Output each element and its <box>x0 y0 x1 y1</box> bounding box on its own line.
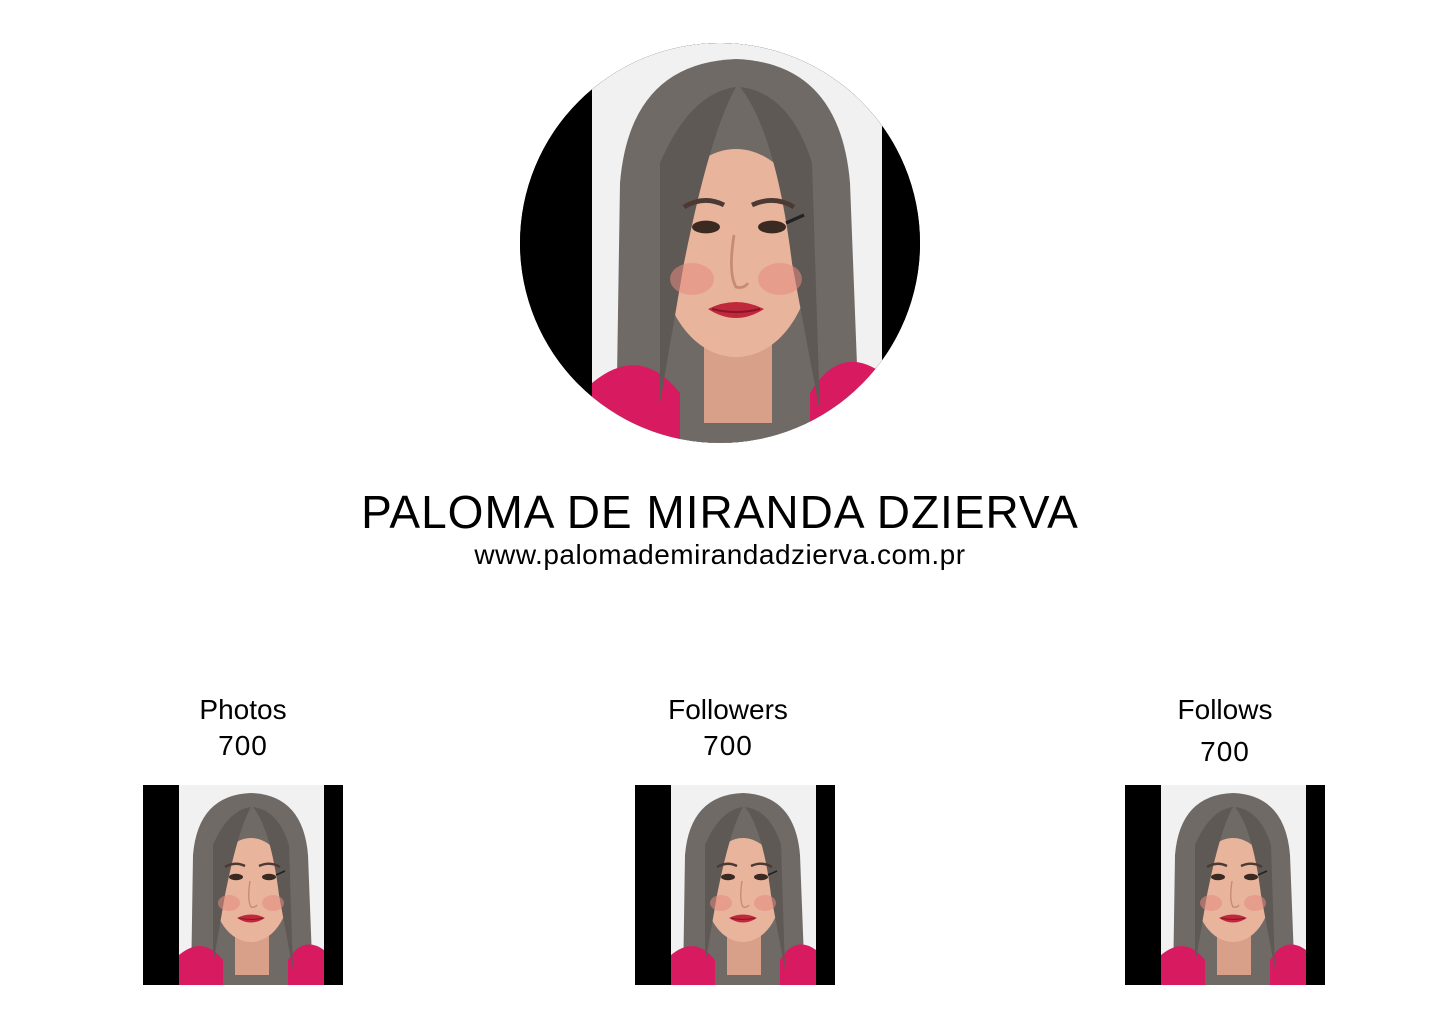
portrait-image <box>143 785 343 985</box>
stat-label: Followers <box>668 694 788 725</box>
stat-follows[interactable]: Follows 700 <box>1075 692 1375 770</box>
portrait-image <box>520 43 920 443</box>
stat-label: Photos <box>199 694 287 725</box>
stat-value: 700 <box>703 730 753 761</box>
stat-followers[interactable]: Followers 700 <box>578 692 878 764</box>
stat-photos[interactable]: Photos 700 <box>93 692 393 764</box>
profile-website-link[interactable]: www.palomademirandadzierva.com.pr <box>0 536 1440 574</box>
profile-name: PALOMA DE MIRANDA DZIERVA <box>361 486 1079 538</box>
profile-avatar[interactable] <box>520 43 920 443</box>
stat-label: Follows <box>1177 694 1273 725</box>
stat-value: 700 <box>1200 736 1250 767</box>
follows-thumbnail[interactable] <box>1125 785 1325 985</box>
photos-thumbnail[interactable] <box>143 785 343 985</box>
portrait-image <box>1125 785 1325 985</box>
profile-page: PALOMA DE MIRANDA DZIERVA www.palomademi… <box>0 0 1440 1024</box>
followers-thumbnail[interactable] <box>635 785 835 985</box>
portrait-image <box>635 785 835 985</box>
stat-value: 700 <box>218 730 268 761</box>
